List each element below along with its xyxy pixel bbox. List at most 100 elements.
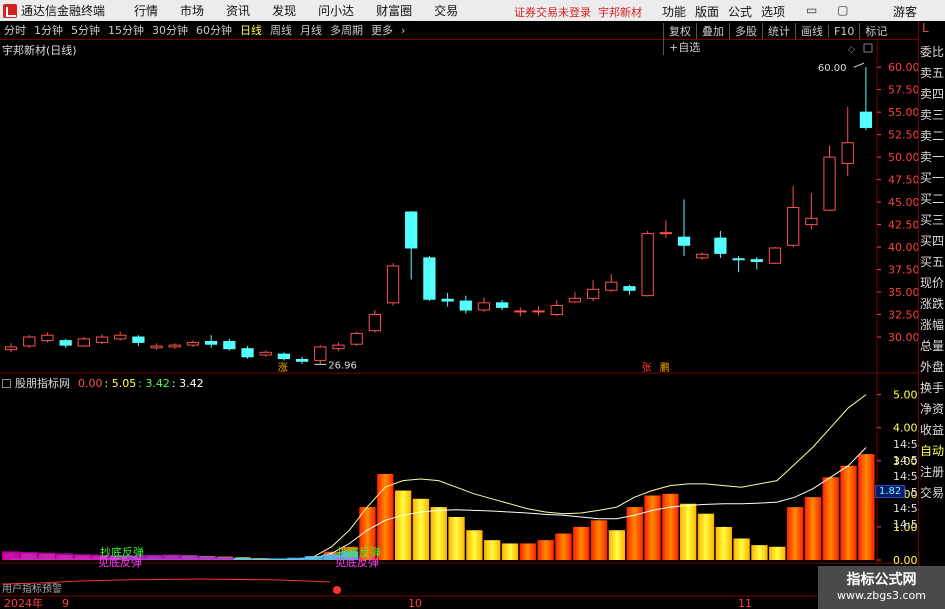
sidebar-item[interactable]: 涨跌	[919, 294, 945, 315]
indicator-bar	[840, 465, 857, 560]
price-tick-label: 52.50	[888, 129, 918, 142]
time-axis-label: 2024年	[4, 596, 43, 609]
sidebar-item[interactable]: 涨幅	[919, 315, 945, 336]
candle-up	[41, 334, 54, 342]
price-tick-label: 32.50	[888, 309, 918, 322]
signal-bar	[162, 554, 181, 560]
candle-down	[441, 298, 454, 302]
candle-down	[405, 211, 418, 249]
low-price-label: 26.96	[328, 360, 357, 371]
sidebar-item[interactable]: 买一	[919, 168, 945, 189]
sidebar-item[interactable]: 买五	[919, 252, 945, 273]
price-tick-label: 60.00	[888, 61, 918, 74]
sidebar-item[interactable]: 现价	[919, 273, 945, 294]
price-tick-label: 42.50	[888, 219, 918, 232]
sidebar-item[interactable]: 卖三	[919, 105, 945, 126]
candle-down	[496, 302, 509, 308]
indicator-name[interactable]: 股朋指标网	[15, 375, 70, 391]
indicator-value-3: : 3.42	[171, 376, 204, 390]
indicator-bar	[394, 490, 412, 560]
candle-up	[23, 336, 36, 347]
candle-down	[59, 340, 72, 346]
indicator-bar	[412, 498, 430, 560]
candle-up	[641, 233, 654, 297]
candle-up	[186, 341, 200, 346]
indicator-value-0: 0.00	[78, 376, 103, 390]
sidebar-item[interactable]: 买二	[919, 189, 945, 210]
candle-down	[295, 359, 309, 362]
quote-sidebar: L 委比 卖五 卖四 卖三 卖二 卖一 买一 买二 买三 买四 买五 现价 涨跌…	[918, 21, 945, 609]
indicator-bar	[484, 540, 501, 560]
indicator-expand-icon[interactable]	[2, 378, 11, 388]
candle-up	[350, 332, 363, 345]
candle-down	[459, 300, 472, 311]
panel-toggle-icon	[863, 43, 873, 53]
price-tick-label: 57.50	[888, 84, 918, 97]
signal-bar	[2, 551, 20, 560]
indicator-bar	[466, 530, 483, 560]
sidebar-top-label[interactable]: L	[919, 21, 945, 42]
candle-down	[859, 111, 873, 128]
indicator-bar	[590, 520, 608, 560]
sidebar-item[interactable]: 总量	[919, 336, 945, 357]
sidebar-item[interactable]: 卖一	[919, 147, 945, 168]
price-tick-label: 30.00	[888, 331, 918, 344]
sidebar-item[interactable]: 买四	[919, 231, 945, 252]
high-price-label: 60.00	[818, 63, 847, 74]
signal-bar	[287, 557, 305, 560]
indicator-tick-label: 4.00	[893, 422, 918, 435]
sidebar-item[interactable]: 卖四	[919, 84, 945, 105]
candle-up	[696, 253, 709, 259]
candle-down	[241, 348, 254, 358]
signal-bar	[215, 557, 234, 560]
sidebar-item[interactable]: 外盘	[919, 357, 945, 378]
candle-up	[386, 265, 400, 304]
event-marker: 涨	[278, 362, 288, 374]
candle-down	[423, 257, 436, 300]
price-tick-label: 45.00	[888, 196, 918, 209]
signal-bar	[233, 558, 252, 560]
watermark: 指标公式网 www.zbgs3.com	[818, 566, 945, 609]
indicator-bar	[608, 530, 626, 560]
indicator-bar	[733, 538, 750, 560]
kline-chart[interactable]: 60.00 57.50 55.00 52.50 50.00 47.50 45.00 42.50…	[0, 0, 918, 609]
candle-up	[659, 232, 672, 235]
sidebar-item[interactable]: 卖五	[919, 63, 945, 84]
indicator-tick-label: 5.00	[893, 389, 918, 402]
sidebar-item[interactable]: 净资	[919, 399, 945, 420]
sidebar-item[interactable]: 委比	[919, 42, 945, 63]
sidebar-item[interactable]: 卖二	[919, 126, 945, 147]
candle-down	[223, 341, 236, 350]
candle-down	[623, 286, 636, 291]
sidebar-item[interactable]: 注册	[919, 462, 945, 483]
candle-up	[150, 345, 163, 349]
time-tick-label: 14:56	[893, 502, 918, 515]
price-tick-label: 40.00	[888, 241, 918, 254]
signal-bar	[269, 558, 288, 560]
price-tick-label: 37.50	[888, 264, 918, 277]
sidebar-item[interactable]: 交易	[919, 483, 945, 504]
signal-bar	[144, 555, 163, 560]
sidebar-item-auto[interactable]: 自动	[919, 441, 945, 462]
signal-label-b: 见底反弹	[335, 555, 379, 569]
candle-up	[477, 302, 491, 311]
candle-up	[514, 310, 527, 313]
indicator-title: 股朋指标网 0.00 : 5.05 : 3.42 : 3.42	[0, 375, 204, 391]
signal-bar	[197, 556, 216, 560]
indicator-bar	[537, 540, 554, 560]
time-tick-label: 14:56	[893, 470, 918, 483]
sidebar-item[interactable]: 买三	[919, 210, 945, 231]
time-axis-label: 9	[62, 597, 69, 609]
signal-bar	[55, 553, 74, 560]
high-price-arrow	[853, 62, 865, 68]
time-axis-label: 10	[408, 597, 422, 609]
sidebar-item[interactable]: 换手	[919, 378, 945, 399]
candle-up	[586, 288, 600, 299]
signal-bar	[304, 556, 323, 560]
candle-up	[114, 334, 127, 340]
sidebar-item[interactable]: 收益	[919, 420, 945, 441]
indicator-bar	[501, 543, 519, 560]
time-tick-label: 14:56	[893, 438, 918, 451]
event-marker: 张	[642, 362, 652, 374]
candle-up	[805, 217, 818, 226]
